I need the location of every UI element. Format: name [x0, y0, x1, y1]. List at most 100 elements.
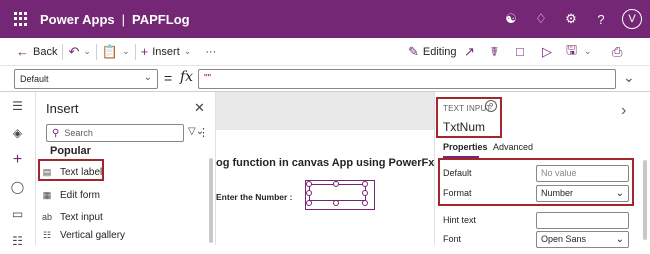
list-item-edit-form[interactable]: ▦ Edit form	[40, 185, 190, 205]
copilot-icon[interactable]: ☯	[496, 11, 526, 27]
search-input[interactable]: ⚲ Search	[46, 124, 184, 142]
more-button[interactable]: ···	[205, 46, 216, 58]
chevron-down-icon[interactable]: ⌄	[122, 46, 130, 57]
property-row-font: Font Open Sans ⌄	[443, 229, 633, 249]
list-item-label: Text input	[60, 211, 103, 223]
tab-advanced[interactable]: Advanced	[493, 142, 533, 152]
property-dropdown[interactable]: Default ⌄	[14, 69, 158, 89]
tree-view-icon[interactable]: ☰	[0, 92, 35, 119]
scrollbar[interactable]	[209, 158, 213, 243]
gear-icon[interactable]: ⚙	[556, 11, 586, 27]
close-icon[interactable]: ✕	[194, 100, 205, 116]
resize-handle[interactable]	[362, 181, 368, 187]
app-checker-button[interactable]: ☤	[490, 44, 503, 60]
chevron-down-icon: ⌄	[183, 46, 192, 56]
canvas-area: og function in canvas App using PowerFx …	[216, 92, 434, 245]
undo-icon: ↶	[68, 43, 80, 59]
resize-handle[interactable]	[306, 200, 312, 206]
scrollbar[interactable]	[643, 160, 647, 240]
left-rail: ☰ ◈ + ◯ ▭ ☷	[0, 92, 36, 248]
properties-pane: TEXT INPUT ? TxtNum › Properties Advance…	[434, 92, 650, 248]
editing-button[interactable]: ✎ Editing	[408, 44, 457, 60]
resize-handle[interactable]	[362, 200, 368, 206]
list-item-vertical-gallery[interactable]: ☷ Vertical gallery	[40, 225, 190, 245]
section-header-popular: Popular	[50, 145, 91, 157]
resize-handle[interactable]	[362, 190, 368, 196]
app-name[interactable]: Power Apps	[40, 12, 115, 27]
list-item-text-input[interactable]: ab Text input	[40, 207, 190, 227]
app-header: Power Apps | PAPFLog ☯ ♢ ⚙ ? V	[0, 0, 650, 38]
title-separator: |	[121, 11, 126, 27]
more-options-icon[interactable]: ⋮	[198, 126, 209, 139]
share-button[interactable]: ↗	[464, 44, 479, 60]
chevron-down-icon: ⌄	[615, 233, 624, 245]
list-item-label: Vertical gallery	[60, 229, 126, 241]
insert-pane: Insert ✕ ⚲ Search ▽⌄ ⋮ Popular ▤ Text la…	[36, 92, 216, 245]
insert-button[interactable]: + Insert ⌄	[141, 44, 192, 59]
comments-button[interactable]: □	[516, 44, 528, 59]
highlight-box	[38, 159, 104, 181]
list-item-label: Edit form	[60, 189, 101, 201]
search-placeholder: Search	[64, 128, 93, 138]
stethoscope-icon: ☤	[490, 43, 499, 59]
resize-handle[interactable]	[333, 200, 339, 206]
back-button[interactable]: ← Back	[16, 44, 57, 59]
bell-icon[interactable]: ♢	[526, 11, 556, 27]
back-label: Back	[33, 45, 58, 58]
editing-label: Editing	[422, 45, 457, 58]
undo-button[interactable]: ↶	[68, 44, 83, 60]
hint-text-field[interactable]	[536, 211, 629, 229]
resize-handle[interactable]	[306, 181, 312, 187]
insert-icon[interactable]: +	[0, 146, 35, 173]
property-label: Hint text	[443, 215, 477, 225]
publish-button[interactable]: ⎙	[612, 44, 626, 60]
highlight-box	[436, 97, 502, 138]
clipboard-icon: 📋	[101, 43, 119, 59]
tab-properties[interactable]: Properties	[443, 142, 488, 152]
media-icon[interactable]: ▭	[0, 200, 35, 227]
header-actions: ☯ ♢ ⚙ ? V	[496, 0, 642, 38]
divider	[95, 43, 97, 60]
help-icon[interactable]: ?	[586, 12, 616, 27]
resize-handle[interactable]	[333, 181, 339, 187]
data-icon[interactable]: ◯	[0, 173, 35, 200]
chevron-down-icon[interactable]: ⌄	[623, 69, 635, 86]
divider	[134, 43, 136, 60]
resize-handle[interactable]	[306, 190, 312, 196]
fx-icon: fx	[180, 69, 194, 85]
chevron-down-icon: ⌄	[143, 72, 152, 83]
save-button[interactable]: 🖫	[566, 41, 581, 63]
layers-icon[interactable]: ◈	[0, 119, 35, 146]
save-icon: 🖫	[566, 41, 578, 57]
document-name: PAPFLog	[132, 11, 190, 27]
publish-icon: ⎙	[612, 43, 623, 59]
app-launcher-icon[interactable]	[14, 12, 28, 26]
arrow-left-icon: ←	[16, 44, 29, 59]
edit-form-icon: ▦	[42, 189, 52, 200]
gallery-icon: ☷	[42, 229, 52, 240]
property-value: Default	[20, 74, 49, 84]
property-label: Font	[443, 234, 462, 244]
app-screen[interactable]: og function in canvas App using PowerFx …	[216, 130, 434, 245]
formula-bar: Default ⌄ = fx "" ⌄	[0, 66, 650, 92]
insert-label: Insert	[152, 45, 180, 58]
plus-icon: +	[140, 44, 149, 59]
chevron-down-icon[interactable]: ⌄	[584, 46, 592, 57]
pencil-icon: ✎	[408, 43, 419, 59]
advanced-tools-icon[interactable]: ☷	[0, 227, 35, 254]
play-button[interactable]: ▷	[542, 44, 556, 60]
paste-button[interactable]: 📋	[102, 44, 122, 60]
share-icon: ↗	[464, 43, 475, 59]
highlight-box	[438, 158, 634, 206]
canvas-heading: og function in canvas App using PowerFx	[216, 157, 435, 169]
txtnum-text-input[interactable]	[305, 180, 375, 210]
play-icon: ▷	[542, 43, 552, 59]
command-bar: ← Back ↶ ⌄ 📋 ⌄ + Insert ⌄ ··· ✎ Editing …	[0, 38, 650, 66]
enter-number-label[interactable]: Enter the Number :	[216, 192, 293, 202]
chevron-down-icon[interactable]: ⌄	[83, 46, 91, 57]
font-value: Open Sans	[541, 233, 587, 244]
search-icon: ⚲	[52, 127, 60, 139]
chevron-right-icon[interactable]: ›	[621, 102, 626, 120]
formula-input[interactable]: ""	[198, 69, 616, 89]
avatar[interactable]: V	[622, 9, 642, 29]
